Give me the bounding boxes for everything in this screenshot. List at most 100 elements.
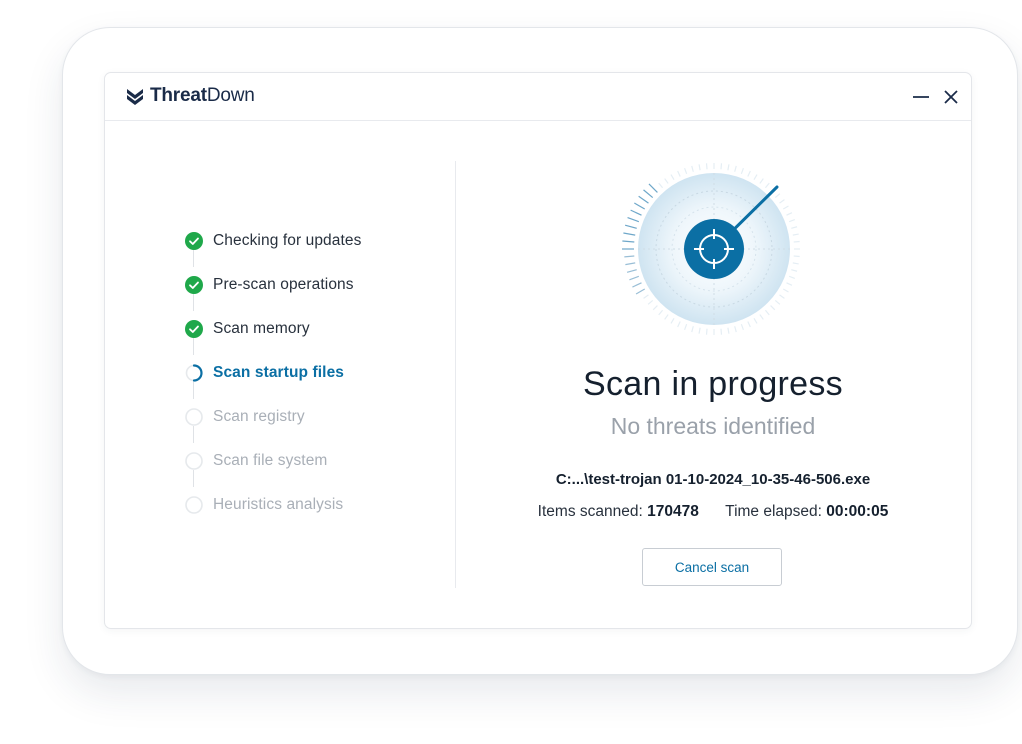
gauge-tick (786, 212, 793, 216)
step-item: Scan file system (185, 449, 327, 473)
step-item: Scan registry (185, 405, 305, 429)
gauge-tick (638, 195, 649, 204)
gauge-tick (788, 219, 796, 223)
gauge-tick (658, 182, 664, 189)
gauge-tick (779, 294, 785, 299)
step-connector (193, 250, 194, 267)
step-item-active: Scan startup files (185, 361, 344, 385)
gauge-tick (677, 321, 681, 328)
step-connector (193, 470, 194, 487)
close-button[interactable] (941, 87, 961, 107)
scan-status-title: Scan in progress (583, 365, 843, 403)
gauge-tick (788, 275, 796, 279)
time-elapsed-label: Time elapsed: (725, 503, 822, 520)
gauge-tick (627, 216, 640, 223)
gauge-tick (670, 317, 675, 324)
gauge-tick (791, 269, 798, 272)
step-connector (193, 426, 194, 443)
gauge-tick (792, 262, 799, 265)
gauge-tick (623, 232, 636, 236)
gauge-tick (624, 224, 637, 229)
gauge-tick (634, 202, 646, 210)
gauge-tick (720, 163, 723, 170)
gauge-tick (793, 255, 800, 258)
gauge-tick (770, 305, 776, 311)
logo-text: ThreatDown (150, 85, 255, 106)
gauge-tick (677, 170, 681, 177)
gauge-tick (684, 167, 688, 175)
gauge-tick (720, 328, 723, 335)
gauge-tick (698, 164, 701, 171)
gauge-tick (753, 317, 758, 324)
gauge-tick (632, 282, 642, 288)
gauge-tick (626, 269, 637, 273)
step-label: Scan startup files (213, 364, 345, 381)
scan-radar-icon (622, 163, 800, 335)
gauge-tick (740, 167, 744, 175)
empty-circle-icon (185, 408, 203, 426)
check-circle-icon (185, 320, 203, 338)
gauge-tick (629, 275, 640, 281)
gauge-tick (664, 178, 669, 184)
gauge-tick (705, 328, 708, 335)
gauge-tick (774, 299, 781, 305)
step-connector (193, 338, 194, 355)
gauge-tick (698, 327, 701, 334)
gauge-tick (779, 199, 785, 204)
gauge-tick (759, 178, 764, 184)
gauge-tick (786, 282, 793, 286)
gauge-tick (792, 233, 799, 236)
empty-circle-icon (185, 452, 203, 470)
current-file-path: C:...\test-trojan 01-10-2024_10-35-46-50… (555, 471, 871, 488)
gauge-tick (648, 183, 658, 193)
step-label: Scan file system (213, 452, 328, 469)
gauge-tick (670, 174, 675, 181)
empty-circle-icon (185, 496, 203, 514)
check-circle-icon (185, 232, 203, 250)
gauge-tick (727, 164, 730, 171)
gauge-tick (774, 193, 781, 199)
gauge-tick (647, 299, 654, 305)
minimize-button[interactable] (911, 87, 931, 107)
gauge-tick (734, 326, 737, 333)
gauge-tick (630, 209, 642, 216)
gauge-tick (747, 321, 751, 328)
step-item: Scan memory (185, 317, 310, 341)
gauge-tick (664, 314, 669, 320)
gauge-tick (643, 189, 654, 199)
gauge-tick (727, 327, 730, 334)
step-item: Checking for updates (185, 229, 361, 253)
gauge-tick (740, 323, 744, 331)
spinner-icon (185, 364, 203, 382)
gauge-tick (625, 262, 636, 266)
gauge-tick (791, 226, 798, 229)
gauge-tick (691, 165, 694, 172)
time-elapsed-value: 00:00:05 (826, 503, 889, 520)
gauge-tick (764, 182, 770, 189)
chevron-logo-icon (127, 89, 143, 105)
gauge-tick (759, 314, 764, 320)
threatdown-logo: ThreatDown (125, 85, 255, 107)
cancel-scan-button[interactable]: Cancel scan (642, 548, 782, 586)
gauge-tick (635, 288, 646, 295)
app-window: ThreatDown Checking for updates Pre-scan… (104, 72, 972, 629)
gauge-tick (753, 174, 758, 181)
gauge-tick (793, 240, 800, 243)
minus-icon (913, 96, 929, 98)
step-label: Pre-scan operations (213, 276, 354, 293)
step-label: Checking for updates (213, 232, 362, 249)
step-label: Scan registry (213, 408, 305, 425)
gauge-tick (691, 326, 694, 333)
check-circle-icon (185, 276, 203, 294)
items-scanned-label: Items scanned: (537, 503, 643, 520)
gauge-tick (658, 309, 664, 316)
step-connector (193, 294, 194, 311)
gauge-tick (652, 305, 658, 311)
items-scanned-value: 170478 (647, 503, 699, 520)
step-item: Heuristics analysis (185, 493, 343, 517)
gauge-tick (764, 309, 770, 316)
gauge-tick (643, 294, 649, 299)
gauge-tick (684, 323, 688, 331)
close-icon (944, 90, 958, 104)
gauge-tick (734, 165, 737, 172)
